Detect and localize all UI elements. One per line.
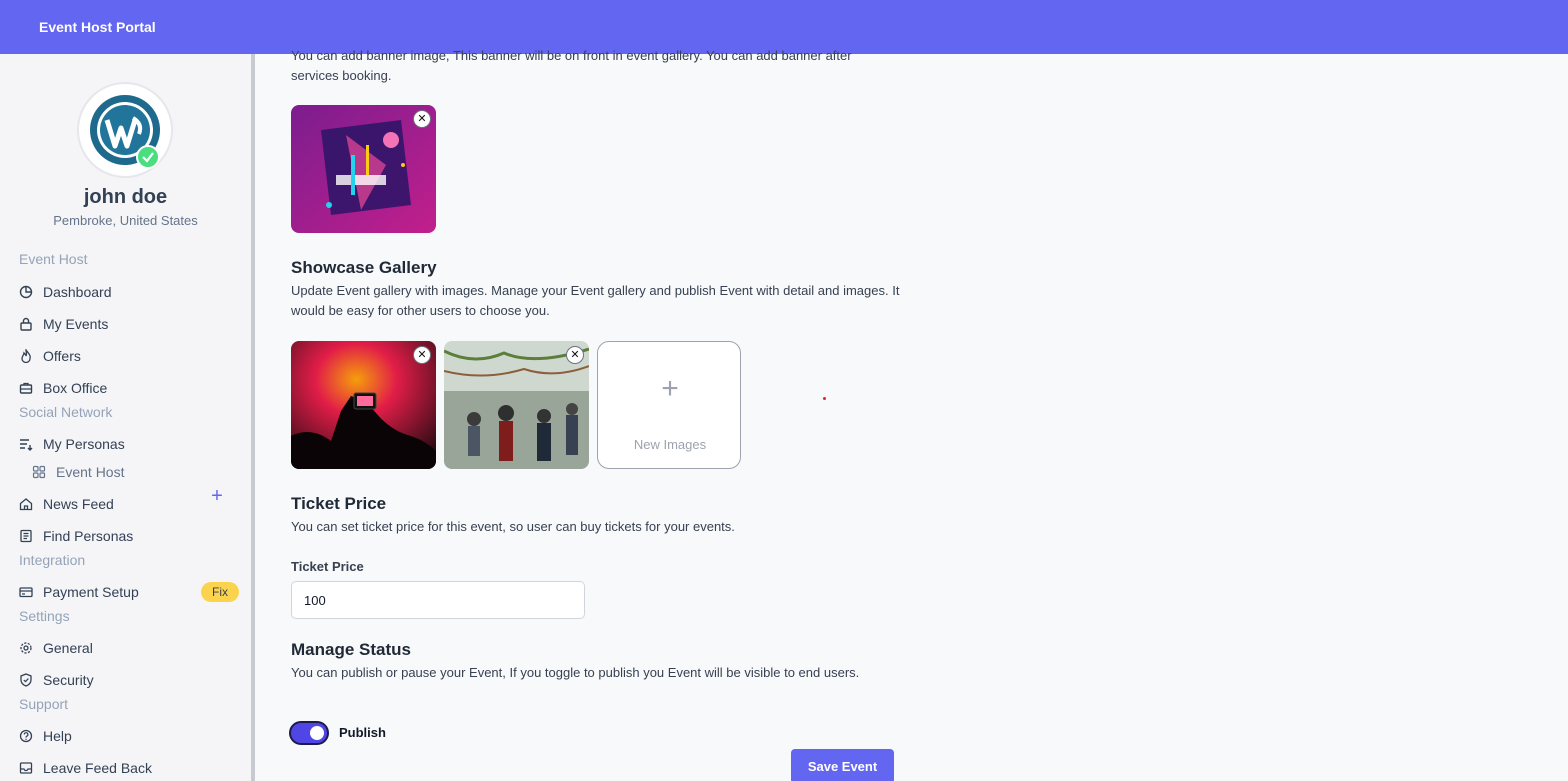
sidebar-item-event-host[interactable]: Event Host: [32, 461, 124, 483]
status-description: You can publish or pause your Event, If …: [291, 665, 860, 680]
add-new-images-button[interactable]: + New Images: [597, 341, 741, 469]
lock-icon: [19, 317, 33, 331]
user-location: Pembroke, United States: [53, 213, 198, 228]
sidebar-item-find-personas[interactable]: Find Personas: [19, 525, 133, 547]
sidebar-item-label: General: [43, 640, 93, 656]
main-content: You can add banner image, This banner wi…: [255, 48, 1568, 781]
remove-image-button[interactable]: ✕: [566, 346, 584, 364]
sidebar-item-dashboard[interactable]: Dashboard: [19, 281, 112, 303]
ticket-price-input[interactable]: [291, 581, 585, 619]
help-circle-icon: [19, 729, 33, 743]
sidebar-item-box-office[interactable]: Box Office: [19, 377, 107, 399]
sidebar-item-label: Help: [43, 728, 72, 744]
sidebar: john doe Pembroke, United States Event H…: [0, 54, 251, 781]
user-name: john doe: [83, 186, 168, 208]
sidebar-item-label: My Events: [43, 316, 109, 332]
grid-icon: [32, 465, 46, 479]
sidebar-item-offers[interactable]: Offers: [19, 345, 81, 367]
sidebar-item-label: News Feed: [43, 496, 114, 512]
sidebar-item-security[interactable]: Security: [19, 669, 94, 691]
shield-icon: [19, 673, 33, 687]
section-social-network: Social Network: [19, 404, 113, 420]
home-icon: [19, 497, 33, 511]
section-support: Support: [19, 696, 69, 712]
ticket-description: You can set ticket price for this event,…: [291, 519, 735, 534]
plus-icon: +: [661, 372, 679, 405]
sidebar-item-label: Event Host: [56, 464, 125, 480]
document-icon: [19, 529, 33, 543]
sidebar-item-label: Security: [43, 672, 94, 688]
status-title: Manage Status: [291, 640, 411, 659]
pie-chart-icon: [19, 285, 33, 299]
flame-icon: [19, 349, 33, 363]
gallery-title: Showcase Gallery: [291, 258, 437, 277]
sidebar-item-label: Offers: [43, 348, 81, 364]
gallery-description: Update Event gallery with images. Manage…: [291, 283, 900, 318]
cursor-dot: [823, 397, 826, 400]
sidebar-item-label: My Personas: [43, 436, 125, 452]
feedback-icon: [19, 761, 33, 775]
briefcase-icon: [19, 381, 33, 395]
sidebar-item-my-personas[interactable]: My Personas: [19, 433, 125, 455]
banner-description: You can add banner image, This banner wi…: [291, 48, 852, 83]
sidebar-item-payment-setup[interactable]: Payment Setup: [19, 581, 139, 603]
sidebar-item-label: Leave Feed Back: [43, 760, 152, 776]
publish-label: Publish: [339, 725, 386, 740]
payment-fix-badge[interactable]: Fix: [201, 582, 239, 602]
toggle-knob: [310, 726, 324, 740]
sidebar-item-my-events[interactable]: My Events: [19, 313, 108, 335]
section-integration: Integration: [19, 552, 86, 568]
verified-check-icon: [136, 145, 160, 169]
sidebar-item-label: Payment Setup: [43, 584, 139, 600]
sidebar-item-leave-feedback[interactable]: Leave Feed Back: [19, 757, 152, 779]
add-persona-button[interactable]: +: [209, 486, 225, 506]
list-icon: [19, 437, 33, 451]
sidebar-item-label: Box Office: [43, 380, 108, 396]
section-settings: Settings: [19, 608, 70, 624]
app-title: Event Host Portal: [39, 19, 156, 35]
ticket-price-label: Ticket Price: [291, 559, 364, 574]
section-event-host: Event Host: [19, 251, 88, 267]
credit-card-icon: [19, 585, 33, 599]
publish-toggle[interactable]: [289, 721, 329, 745]
sidebar-item-label: Find Personas: [43, 528, 134, 544]
remove-banner-button[interactable]: ✕: [413, 110, 431, 128]
new-images-label: New Images: [633, 437, 707, 452]
gear-icon: [19, 641, 33, 655]
sidebar-item-label: Dashboard: [43, 284, 112, 300]
sidebar-item-help[interactable]: Help: [19, 725, 72, 747]
sidebar-item-general[interactable]: General: [19, 637, 93, 659]
ticket-title: Ticket Price: [291, 494, 387, 513]
avatar[interactable]: [77, 82, 173, 178]
remove-image-button[interactable]: ✕: [413, 346, 431, 364]
save-event-button[interactable]: Save Event: [791, 749, 894, 781]
sidebar-item-news-feed[interactable]: News Feed: [19, 493, 114, 515]
